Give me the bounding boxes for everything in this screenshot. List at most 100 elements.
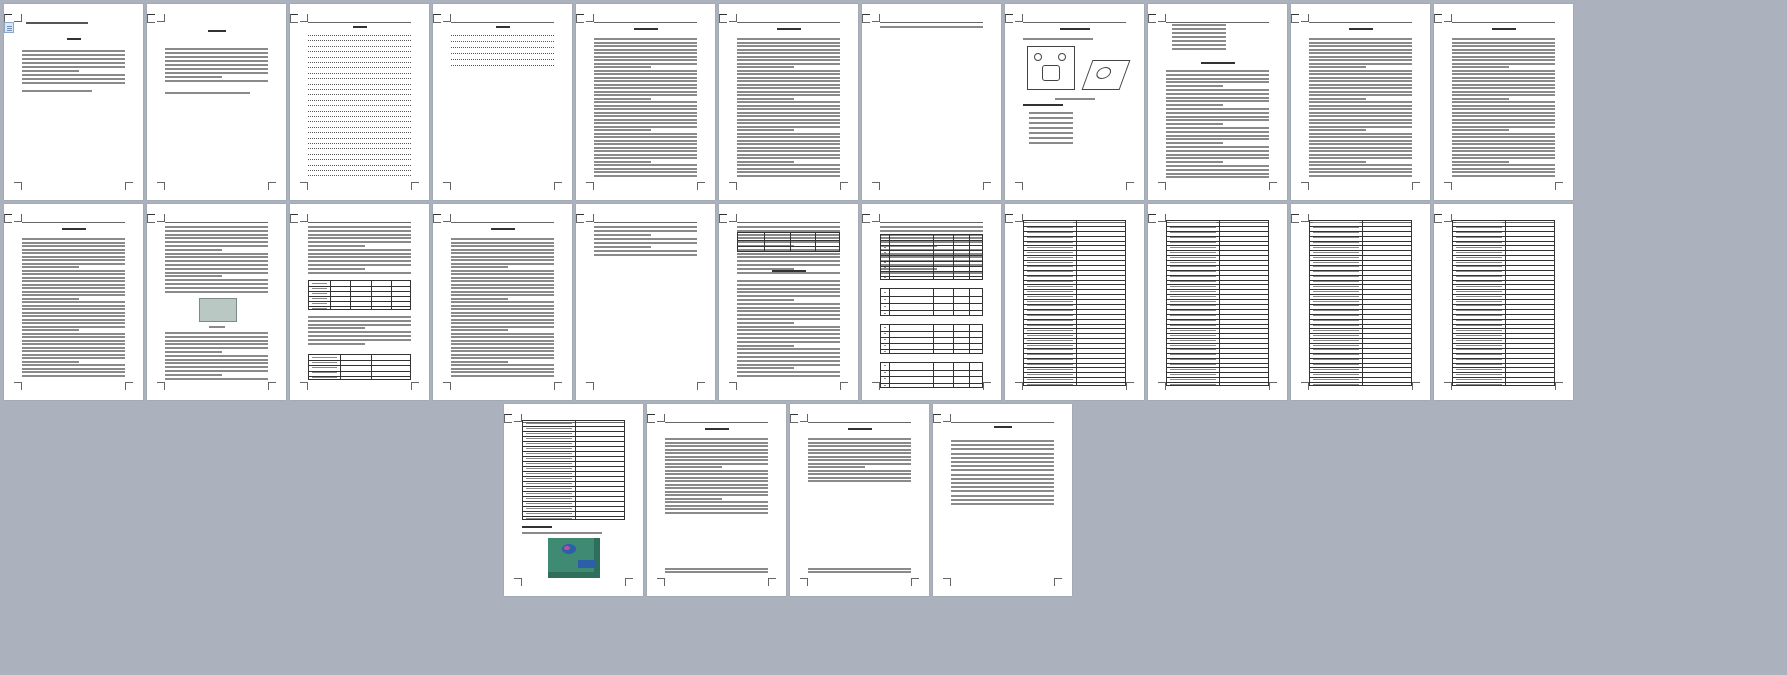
- table-cell-text: [1027, 232, 1073, 234]
- document-page[interactable]: [576, 4, 715, 200]
- crop-mark: [514, 578, 522, 586]
- document-page[interactable]: [4, 204, 143, 400]
- document-page[interactable]: [1291, 204, 1430, 400]
- text-line: [22, 374, 125, 377]
- crop-mark: [586, 214, 594, 222]
- text-line: [1452, 111, 1555, 114]
- page-header-rule: [1166, 16, 1269, 23]
- document-page[interactable]: [433, 204, 572, 400]
- text-line: [451, 248, 554, 251]
- crop-mark: [1015, 14, 1023, 22]
- text-line: [451, 304, 554, 307]
- table-cell-text: [1170, 354, 1216, 356]
- table-cell-text: [1027, 339, 1073, 341]
- text-line: [22, 325, 125, 328]
- table-cell-text: [884, 351, 887, 352]
- document-page[interactable]: [1005, 4, 1144, 200]
- crop-mark: [1291, 214, 1299, 223]
- document-page[interactable]: [147, 4, 286, 200]
- text-line: [1452, 73, 1555, 75]
- text-line: [165, 332, 268, 334]
- text-line: [594, 55, 697, 58]
- table-cell-text: [1027, 354, 1073, 356]
- document-page[interactable]: [290, 4, 429, 200]
- table-cell-text: [1456, 359, 1502, 361]
- text-line: [1166, 73, 1269, 76]
- document-page[interactable]: [790, 404, 929, 596]
- document-page[interactable]: [1434, 4, 1573, 200]
- text-line: [22, 322, 125, 324]
- document-page[interactable]: [719, 204, 858, 400]
- text-line: [1309, 118, 1412, 121]
- document-page[interactable]: [1148, 4, 1287, 200]
- document-page[interactable]: [1005, 204, 1144, 400]
- document-page[interactable]: [433, 4, 572, 200]
- document-page[interactable]: [1434, 204, 1573, 400]
- text-line: [737, 264, 840, 266]
- crop-mark: [586, 382, 594, 390]
- table-cell-text: [1027, 329, 1073, 331]
- text-line: [1166, 100, 1269, 103]
- document-page[interactable]: [4, 4, 143, 200]
- table-col-line: [889, 235, 891, 279]
- toc-entry: [308, 56, 411, 58]
- document-page[interactable]: [290, 204, 429, 400]
- text-line: [22, 332, 125, 335]
- document-page[interactable]: [1148, 204, 1287, 400]
- crop-mark: [872, 182, 880, 190]
- table-col-line: [968, 325, 970, 353]
- text-line: [1452, 167, 1555, 170]
- text-line: [1029, 122, 1073, 124]
- text-line: [1166, 176, 1269, 179]
- document-page[interactable]: [147, 204, 286, 400]
- document-page[interactable]: [1291, 4, 1430, 200]
- text-line: [22, 238, 125, 240]
- page-thumbnail-icon[interactable]: [4, 22, 14, 33]
- text-line: [1172, 24, 1226, 26]
- document-page[interactable]: [862, 204, 1001, 400]
- text-line: [1452, 90, 1555, 93]
- text-line: [737, 321, 794, 324]
- text-line: [1452, 101, 1555, 103]
- text-line: [1452, 136, 1555, 138]
- text-line: [808, 448, 911, 451]
- table-cell-text: [526, 467, 572, 469]
- text-line: [308, 241, 411, 244]
- text-line: [808, 441, 911, 444]
- text-line: [665, 459, 768, 461]
- text-line: [22, 280, 125, 282]
- page-header-rule: [880, 216, 983, 223]
- crop-mark: [14, 382, 22, 390]
- section-heading: [66, 38, 81, 40]
- table-cell-text: [1170, 281, 1216, 283]
- section-heading: [490, 228, 515, 230]
- table-cell-text: [884, 345, 887, 346]
- document-page[interactable]: [576, 204, 715, 400]
- document-page[interactable]: [504, 404, 643, 596]
- text-line: [451, 367, 554, 370]
- document-page[interactable]: [933, 404, 1072, 596]
- text-line: [451, 287, 554, 289]
- text-line: [594, 101, 697, 103]
- table-col-line: [953, 363, 955, 387]
- table-cell-text: [1170, 227, 1216, 229]
- text-line: [22, 346, 125, 349]
- table-cell-text: [312, 297, 327, 299]
- page-blank-area: [790, 484, 929, 566]
- data-table: [880, 234, 983, 280]
- text-line: [1309, 150, 1412, 152]
- table-cell-text: [1313, 324, 1359, 326]
- crop-mark: [14, 182, 22, 190]
- text-line: [737, 97, 794, 100]
- document-page[interactable]: [719, 4, 858, 200]
- text-line: [1029, 132, 1073, 134]
- crop-mark: [1148, 14, 1156, 23]
- text-line: [808, 452, 911, 454]
- table-cell-text: [1027, 241, 1073, 243]
- table-cell-text: [1170, 295, 1216, 297]
- crop-mark: [729, 14, 737, 22]
- document-page[interactable]: [862, 4, 1001, 200]
- table-cell-text: [1456, 324, 1502, 326]
- text-line: [308, 237, 411, 240]
- document-page[interactable]: [647, 404, 786, 596]
